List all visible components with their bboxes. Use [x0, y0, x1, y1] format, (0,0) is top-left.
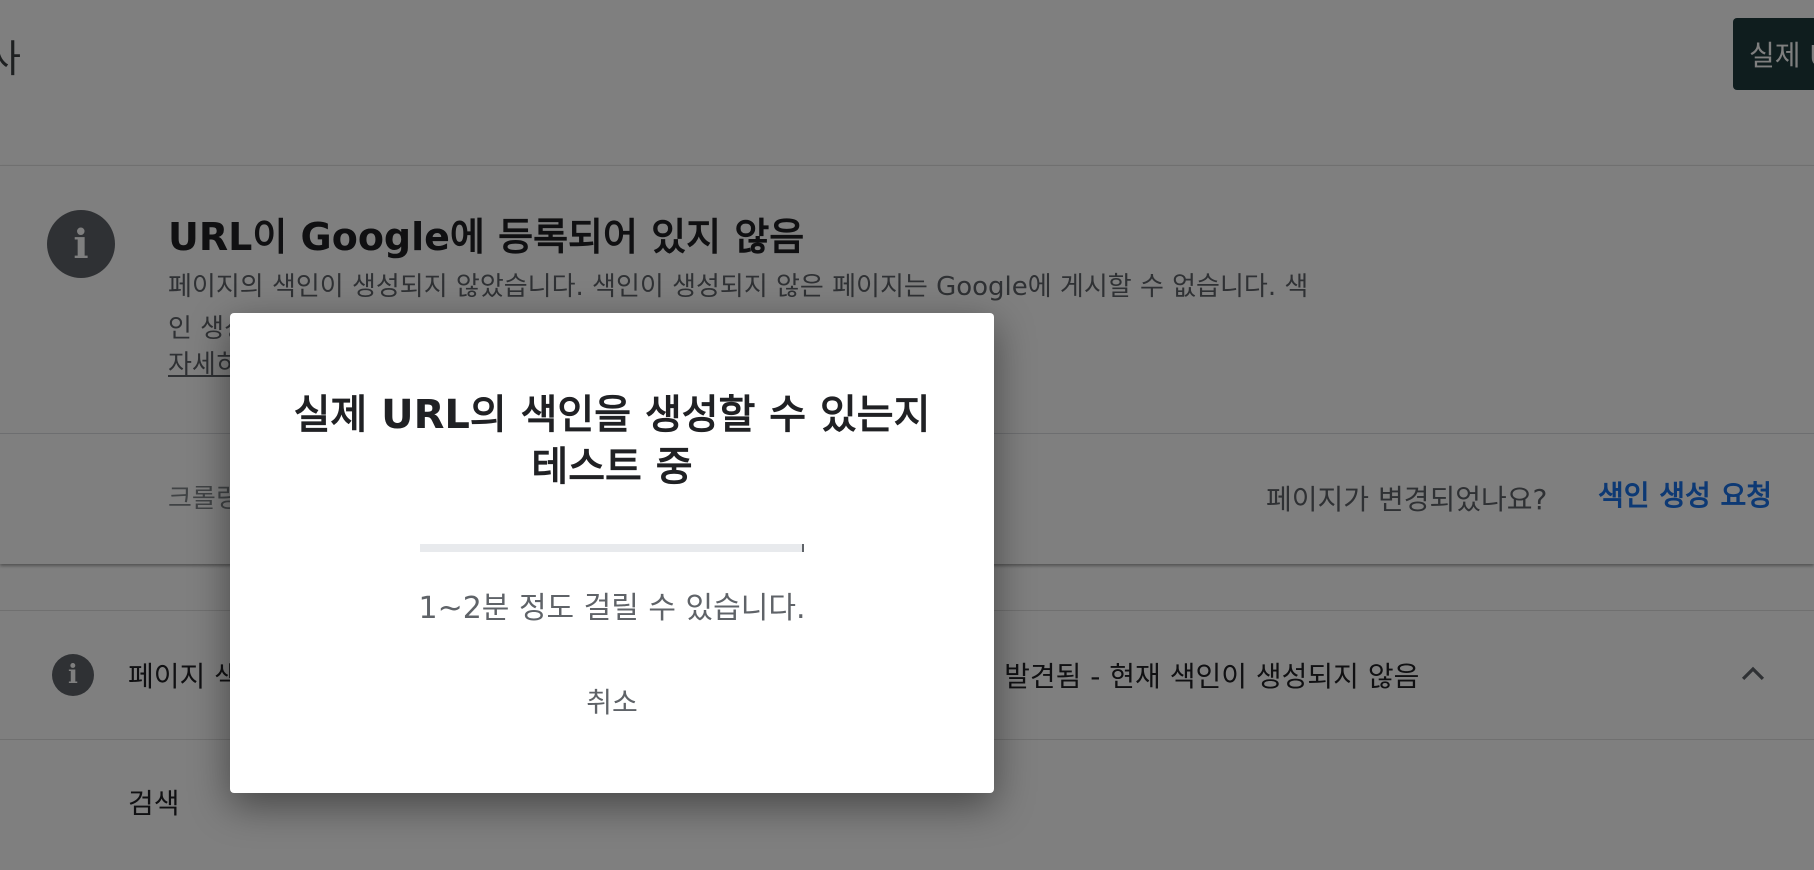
dialog-title-line1: 실제 URL의 색인을 생성할 수 있는지 [293, 392, 931, 438]
progress-bar [420, 544, 804, 552]
dialog-title-line2: 테스트 중 [531, 444, 693, 490]
dialog-title: 실제 URL의 색인을 생성할 수 있는지 테스트 중 [230, 389, 994, 493]
cancel-button[interactable]: 취소 [542, 675, 682, 731]
testing-dialog: 실제 URL의 색인을 생성할 수 있는지 테스트 중 1~2분 정도 걸릴 수… [230, 313, 994, 793]
progress-fill [420, 544, 804, 552]
dialog-hint: 1~2분 정도 걸릴 수 있습니다. [418, 591, 806, 626]
